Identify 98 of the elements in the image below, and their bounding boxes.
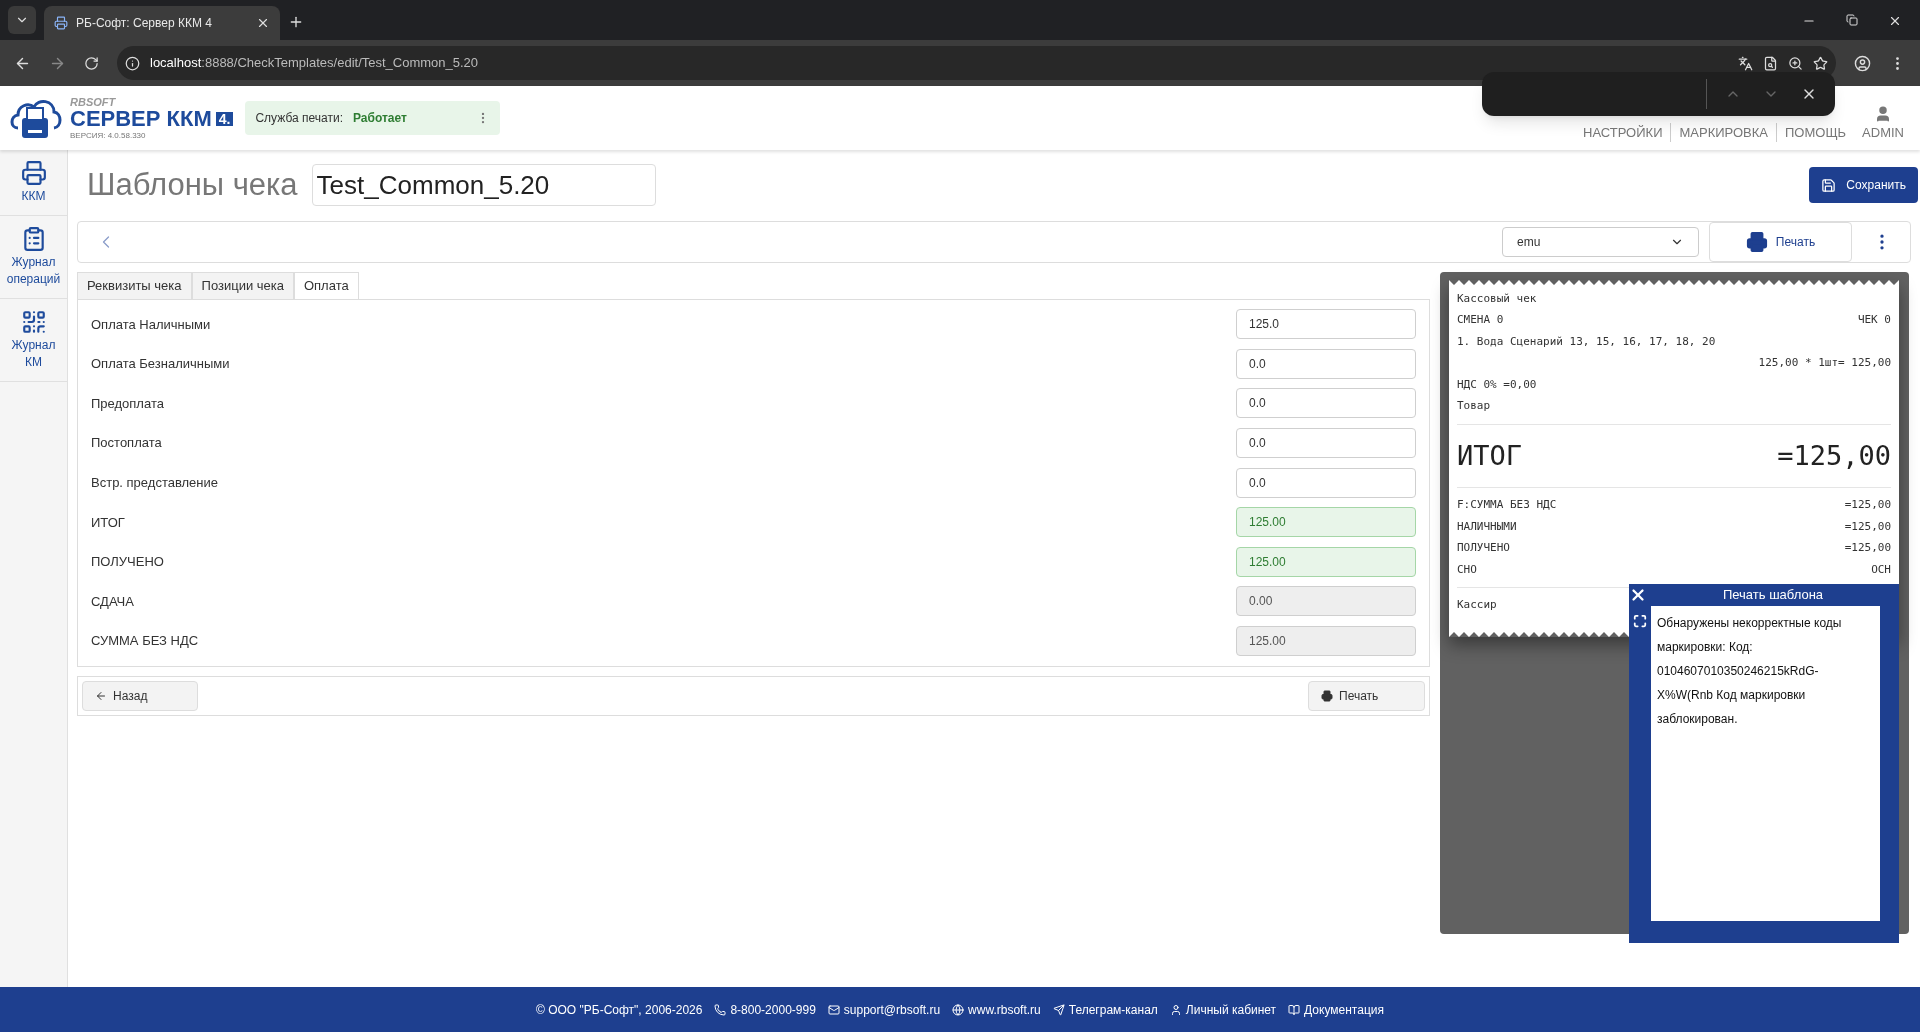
tab[interactable]: Оплата: [293, 271, 359, 300]
page-icon[interactable]: [1763, 55, 1778, 71]
globe-icon: [952, 1003, 965, 1016]
footer-link[interactable]: support@rbsoft.ru: [843, 1000, 941, 1019]
receipt-value: =125,00: [1844, 540, 1891, 556]
address-bar[interactable]: localhost:8888/CheckTemplates/edit/Test_Common_5.20: [117, 46, 1836, 80]
sidebar-item[interactable]: Журнал операций: [0, 216, 67, 299]
footer-link[interactable]: Документация: [1304, 1000, 1384, 1019]
field-label: СДАЧА: [91, 592, 135, 611]
receipt-label: F:СУММА БЕЗ НДС: [1457, 497, 1557, 513]
nav-link[interactable]: НАСТРОЙКИ: [1575, 122, 1671, 142]
receipt-text: Товар: [1457, 398, 1491, 414]
service-label: Служба печати:: [255, 110, 343, 127]
amount-field[interactable]: 0.00: [1236, 586, 1416, 617]
receipt-text: Кассир: [1457, 597, 1497, 613]
url-text: localhost:8888/CheckTemplates/edit/Test_Common_5.20: [150, 54, 479, 73]
footer-link[interactable]: 8-800-2000-999: [730, 1000, 816, 1019]
template-name-field[interactable]: Test_Common_5.20: [311, 164, 656, 207]
new-tab-icon[interactable]: [288, 14, 304, 30]
mail-icon: [827, 1003, 840, 1016]
field-label: Предоплата: [91, 394, 165, 413]
tab-title: РБ-Софт: Сервер ККМ 4: [76, 15, 213, 32]
sidebar-item[interactable]: ККМ: [0, 150, 67, 216]
amount-field[interactable]: 125.0: [1236, 309, 1416, 340]
arrow-left-icon: [95, 689, 107, 702]
reload-icon[interactable]: [84, 55, 99, 71]
info-icon: [125, 55, 140, 71]
bookmark-icon[interactable]: [1813, 55, 1828, 71]
page-title: Шаблоны чека: [87, 166, 298, 204]
footer-link[interactable]: © ООО "РБ-Софт", 2006-2026: [536, 1000, 703, 1019]
brand-text: RBSOFT: [70, 96, 117, 108]
field-label: Оплата Безналичными: [91, 355, 231, 374]
product-name: СЕРВЕР ККМ: [70, 107, 212, 130]
version-text: ВЕРСИЯ: 4.0.58.330: [70, 131, 147, 140]
translate-icon[interactable]: [1738, 55, 1753, 71]
receipt-total-label: ИТОГ: [1457, 438, 1523, 473]
tab-list-button[interactable]: [8, 6, 36, 34]
qr-code-icon: [20, 309, 47, 335]
zoom-icon[interactable]: [1788, 55, 1803, 71]
printer-icon: [1745, 230, 1768, 253]
printer-icon: [54, 16, 68, 30]
close-icon[interactable]: [256, 16, 270, 30]
amount-field[interactable]: 125.00: [1236, 507, 1416, 538]
amount-field[interactable]: 125.00: [1236, 546, 1416, 577]
sidebar-item[interactable]: Журнал КМ: [0, 299, 67, 382]
book-icon: [1288, 1003, 1301, 1016]
receipt-text: Кассовый чек: [1457, 290, 1537, 307]
receipt-label: ПОЛУЧЕНО: [1457, 540, 1510, 556]
receipt-label: СМЕНА 0: [1457, 312, 1504, 328]
version-badge: 4.: [215, 111, 234, 126]
printer-icon: [1321, 689, 1333, 702]
amount-field[interactable]: 0.0: [1236, 428, 1416, 459]
amount-field[interactable]: 125.00: [1236, 626, 1416, 657]
receipt-value: =125,00: [1844, 497, 1891, 513]
receipt-value: ЧЕК 0: [1857, 312, 1891, 328]
amount-field[interactable]: 0.0: [1236, 388, 1416, 419]
receipt-value: =125,00: [1844, 518, 1891, 535]
back-button[interactable]: Назад: [82, 680, 198, 711]
tab[interactable]: Реквизиты чека: [77, 271, 192, 300]
field-label: СУММА БЕЗ НДС: [91, 632, 200, 651]
print-button[interactable]: Печать: [1308, 680, 1425, 711]
service-status: Работает: [353, 110, 407, 127]
phone-icon: [714, 1003, 727, 1016]
restore-icon[interactable]: [1846, 14, 1858, 26]
save-button[interactable]: Сохранить: [1809, 167, 1918, 204]
browser-tab[interactable]: РБ-Софт: Сервер ККМ 4: [44, 6, 280, 40]
receipt-total-value: =125,00: [1777, 438, 1891, 473]
printer-icon: [20, 160, 47, 186]
field-label: Оплата Наличными: [91, 315, 212, 334]
dialog-title: Печать шаблона: [1721, 585, 1825, 604]
send-icon: [1052, 1003, 1065, 1016]
receipt-text: 1. Вода Сценарий 13, 15, 16, 17, 18, 20: [1457, 333, 1716, 350]
user-icon: [1169, 1003, 1182, 1016]
field-label: ИТОГ: [91, 513, 126, 532]
footer-link[interactable]: www.rbsoft.ru: [968, 1000, 1041, 1019]
field-label: Постоплата: [91, 434, 163, 453]
expand-icon[interactable]: [1633, 613, 1647, 628]
print-button[interactable]: Печать: [1709, 221, 1852, 262]
close-icon[interactable]: [1888, 14, 1902, 28]
receipt-text: НДС 0% =0,00: [1457, 376, 1537, 393]
save-icon: [1821, 177, 1837, 193]
footer-link[interactable]: Личный кабинет: [1185, 1000, 1277, 1019]
amount-field[interactable]: 0.0: [1236, 467, 1416, 498]
nav-link[interactable]: ПОМОЩЬ: [1776, 122, 1855, 142]
amount-field[interactable]: 0.0: [1236, 348, 1416, 379]
printer-select[interactable]: emu: [1502, 226, 1699, 257]
receipt-label: НАЛИЧНЫМИ: [1457, 518, 1517, 535]
tab[interactable]: Позиции чека: [191, 271, 294, 300]
user-menu[interactable]: ADMIN: [1862, 104, 1904, 142]
dialog-message: Обнаружены некорректные коды маркировки: Код: 0104607010350246215kRdG-X%W(Rnb Код маркировки заблокирован.: [1657, 615, 1842, 726]
field-label: Встр. представление: [91, 473, 219, 492]
profile-icon[interactable]: [1854, 54, 1871, 72]
receipt-label: СНО: [1457, 561, 1477, 578]
field-label: ПОЛУЧЕНО: [91, 553, 165, 572]
footer-link[interactable]: Телеграм-канал: [1068, 1000, 1158, 1019]
nav-link[interactable]: МАРКИРОВКА: [1670, 122, 1776, 142]
receipt-text: 125,00 * 1шт= 125,00: [1758, 355, 1891, 371]
receipt-value: ОСН: [1871, 561, 1891, 578]
